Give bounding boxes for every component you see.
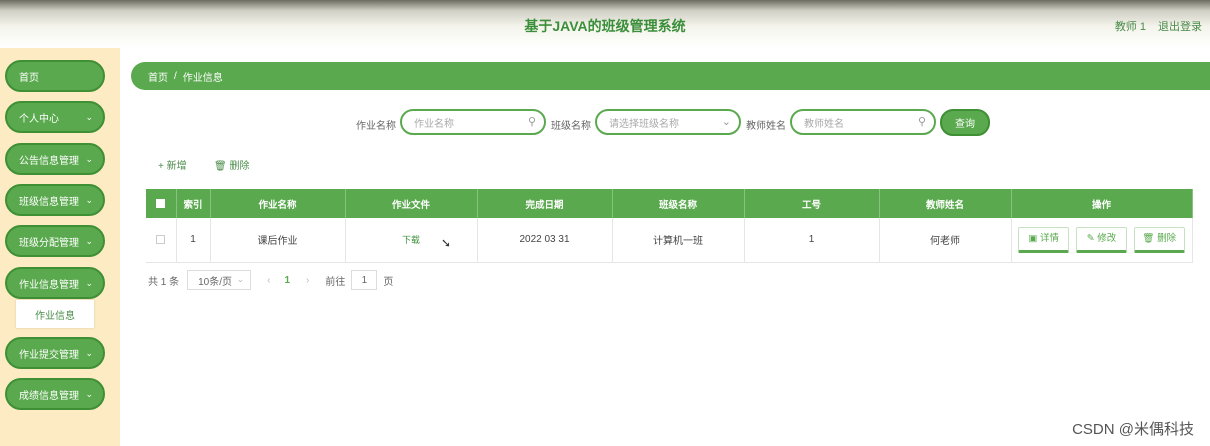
column-header: 作业名称: [210, 189, 346, 218]
input-placeholder: 作业名称: [414, 118, 454, 130]
homework-table: 索引 作业名称 作业文件 完成日期 班级名称 工号 教师姓名 操作 1 课后作业…: [146, 189, 1193, 263]
table-cell: 1: [176, 218, 211, 263]
search-button[interactable]: 查询: [940, 109, 990, 136]
trash-icon: 🗑: [1142, 232, 1155, 244]
column-header: 完成日期: [477, 189, 613, 218]
chevron-down-icon: ⌄: [85, 348, 93, 358]
sidebar: 首页 个人中心 ⌄ 公告信息管理 ⌄ 班级信息管理 ⌄ 班级分配管理 ⌄ 作业信息管理 ⌄…: [0, 48, 120, 446]
detail-icon: ▣: [1028, 232, 1038, 244]
pencil-icon: ✎: [1086, 232, 1095, 244]
breadcrumb-home[interactable]: 首页: [148, 69, 168, 84]
sidebar-item-label: 作业提交管理: [19, 349, 79, 361]
table-header-row: 索引 作业名称 作业文件 完成日期 班级名称 工号 教师姓名 操作: [146, 189, 1193, 218]
sidebar-item-home[interactable]: 首页: [5, 60, 105, 92]
search-icon: ⚲: [527, 116, 536, 128]
total-count: 共 1 条: [148, 276, 180, 288]
next-page-button[interactable]: ›: [306, 275, 309, 286]
breadcrumb: 首页 / 作业信息: [131, 62, 1210, 90]
watermark: CSDN @米偶科技: [1072, 421, 1194, 438]
pagination: 共 1 条 10条/页 ⌄ ‹ 1 › 前往 1 页: [148, 270, 393, 290]
input-placeholder: 教师姓名: [804, 118, 844, 130]
select-all-checkbox[interactable]: [156, 198, 166, 208]
page-size-select[interactable]: 10条/页 ⌄: [187, 270, 252, 290]
sidebar-item-label: 班级分配管理: [19, 237, 79, 249]
chevron-down-icon: ⌄: [85, 112, 93, 122]
search-label-class-name: 班级名称: [551, 121, 591, 132]
detail-label: 详情: [1040, 232, 1060, 244]
goto-value: 1: [361, 274, 368, 286]
row-select-cell: [146, 218, 177, 263]
table-cell: 何老师: [879, 218, 1012, 263]
sidebar-item-homework-submit[interactable]: 作业提交管理 ⌄: [5, 337, 105, 369]
page-size-value: 10条/页: [198, 276, 233, 288]
sidebar-item-label: 班级信息管理: [19, 196, 79, 208]
chevron-down-icon: ⌄: [85, 389, 93, 399]
search-label-teacher-name: 教师姓名: [746, 121, 786, 132]
page-number[interactable]: 1: [284, 275, 290, 286]
delete-label: 删除: [1157, 232, 1177, 244]
chevron-down-icon: ⌄: [236, 274, 245, 284]
mouse-cursor-icon: ➘: [441, 236, 452, 250]
sidebar-item-grades[interactable]: 成绩信息管理 ⌄: [5, 378, 105, 410]
sidebar-item-class-assignment[interactable]: 班级分配管理 ⌄: [5, 225, 105, 257]
table-cell: 2022 03 31: [477, 218, 613, 263]
plus-icon: +: [158, 161, 164, 172]
sidebar-item-announcement[interactable]: 公告信息管理 ⌄: [5, 143, 105, 175]
current-user: 教师 1: [1114, 21, 1146, 33]
delete-label: 删除: [229, 161, 250, 172]
breadcrumb-separator: /: [174, 70, 177, 82]
sidebar-item-homework-info[interactable]: 作业信息管理 ⌄: [5, 267, 105, 299]
table-cell: 课后作业: [210, 218, 346, 263]
delete-button[interactable]: 🗑 删除: [1133, 226, 1185, 253]
column-header: 教师姓名: [879, 189, 1012, 218]
page-suffix: 页: [383, 276, 394, 288]
prev-page-button[interactable]: ‹: [267, 275, 270, 286]
goto-label: 前往: [325, 276, 346, 288]
sidebar-item-label: 成绩信息管理: [19, 390, 79, 402]
breadcrumb-current: 作业信息: [182, 72, 223, 84]
chevron-down-icon: ⌄: [721, 116, 731, 128]
sidebar-item-personal-center[interactable]: 个人中心 ⌄: [5, 101, 105, 133]
app-header: 基于JAVA的班级管理系统 教师 1 退出登录: [0, 0, 1210, 48]
homework-name-input[interactable]: 作业名称 ⚲: [400, 109, 546, 135]
column-header: 作业文件: [345, 189, 478, 218]
column-header: 操作: [1011, 189, 1193, 218]
logout-link[interactable]: 退出登录: [1158, 18, 1202, 34]
app-title: 基于JAVA的班级管理系统: [524, 18, 686, 34]
table-cell: 1: [744, 218, 880, 263]
table-cell: 下载: [345, 218, 478, 263]
chevron-down-icon: ⌄: [85, 154, 93, 164]
download-link[interactable]: 下载: [402, 235, 420, 245]
row-actions-cell: ▣ 详情 ✎ 修改 🗑 删除: [1011, 218, 1193, 263]
search-label-homework-name: 作业名称: [356, 121, 396, 132]
column-header: 班级名称: [612, 189, 745, 218]
submenu-item-homework-info[interactable]: 作业信息: [16, 300, 94, 328]
batch-delete-button[interactable]: 🗑 删除: [214, 157, 249, 172]
edit-label: 修改: [1097, 232, 1117, 244]
select-placeholder: 请选择班级名称: [609, 118, 679, 130]
sidebar-item-label: 首页: [19, 72, 39, 84]
chevron-down-icon: ⌄: [85, 236, 93, 246]
column-header: 工号: [744, 189, 880, 218]
table-row: 1 课后作业 下载 2022 03 31 计算机一班 1 何老师 ▣ 详情 ✎ …: [146, 218, 1193, 263]
edit-button[interactable]: ✎ 修改: [1076, 226, 1127, 253]
trash-icon: 🗑: [214, 161, 227, 172]
column-header: 索引: [176, 189, 211, 218]
sidebar-item-class-info[interactable]: 班级信息管理 ⌄: [5, 184, 105, 216]
row-checkbox[interactable]: [156, 235, 166, 245]
add-label: 新增: [166, 161, 187, 172]
chevron-down-icon: ⌄: [85, 195, 93, 205]
sidebar-item-label: 作业信息管理: [19, 279, 79, 291]
teacher-name-input[interactable]: 教师姓名 ⚲: [790, 109, 936, 135]
add-button[interactable]: + 新增: [158, 157, 187, 172]
select-all-cell: [146, 189, 177, 218]
sidebar-item-label: 个人中心: [19, 113, 59, 125]
detail-button[interactable]: ▣ 详情: [1018, 226, 1070, 253]
class-name-select[interactable]: 请选择班级名称 ⌄: [595, 109, 741, 135]
chevron-down-icon: ⌄: [85, 278, 93, 288]
sidebar-item-label: 公告信息管理: [19, 155, 79, 167]
table-cell: 计算机一班: [612, 218, 745, 263]
goto-page-input[interactable]: 1: [351, 270, 378, 290]
search-icon: ⚲: [917, 116, 926, 128]
